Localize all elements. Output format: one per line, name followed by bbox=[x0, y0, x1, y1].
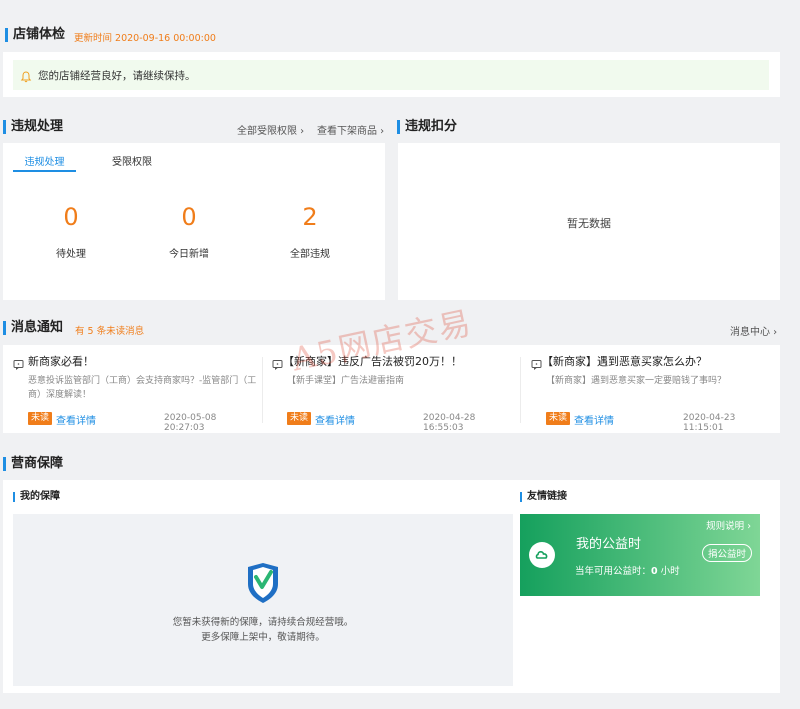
today-new-label: 今日新增 bbox=[169, 249, 209, 260]
message-desc: 【新商家】遇到恶意买家一定要赔钱了事吗？ bbox=[546, 376, 727, 386]
message-time: 2020-05-08 20:27:03 bbox=[164, 413, 217, 433]
empty-data-text: 暂无数据 bbox=[567, 217, 611, 230]
message-divider bbox=[520, 357, 521, 423]
message-item[interactable]: 新商家必看！ 恶意投诉监管部门（工商）会支持商家吗？-监管部门（工商）深度解读！… bbox=[13, 353, 258, 433]
section-title-checkup: 店铺体检 bbox=[5, 27, 65, 43]
tab-restrictions[interactable]: 受限权限 bbox=[102, 150, 162, 172]
message-time: 2020-04-23 11:15:01 bbox=[683, 413, 736, 433]
all-violations-label: 全部违规 bbox=[290, 249, 330, 260]
message-center-link[interactable]: 消息中心 › bbox=[730, 323, 777, 338]
messages-panel: 新商家必看！ 恶意投诉监管部门（工商）会支持商家吗？-监管部门（工商）深度解读！… bbox=[3, 345, 780, 433]
message-item[interactable]: 【新商家】违反广告法被罚20万！！ 【新手课堂】广告法避雷指南 未读 查看详情 … bbox=[272, 353, 517, 433]
update-time: 更新时间 2020-09-16 00:00:00 bbox=[74, 33, 216, 44]
available-unit: 小时 bbox=[660, 566, 680, 577]
message-icon bbox=[531, 355, 542, 374]
section-title-guarantee: 营商保障 bbox=[3, 456, 63, 472]
available-value: 0 bbox=[651, 566, 658, 577]
shield-check-icon bbox=[245, 562, 281, 608]
notice-bar: 您的店铺经营良好，请继续保持。 bbox=[13, 60, 769, 90]
message-desc: 【新手课堂】广告法避雷指南 bbox=[287, 376, 405, 386]
unread-badge: 未读 bbox=[287, 412, 312, 425]
view-detail-link[interactable]: 查看详情 bbox=[574, 412, 614, 427]
available-label: 当年可用公益时： bbox=[575, 566, 652, 577]
deduction-panel: 暂无数据 bbox=[398, 143, 780, 300]
today-new-count: 0 bbox=[181, 203, 197, 231]
section-title-deduction: 违规扣分 bbox=[397, 119, 457, 135]
charity-logo-icon bbox=[529, 542, 555, 572]
unread-badge: 未读 bbox=[28, 412, 53, 425]
my-guarantee-empty: 您暂未获得新的保障，请持续合规经营哦。 更多保障上架中，敬请期待。 bbox=[13, 514, 513, 686]
guarantee-empty-line1: 您暂未获得新的保障，请持续合规经营哦。 bbox=[172, 617, 354, 628]
friendly-links-title: 友情链接 bbox=[520, 491, 567, 503]
guarantee-panel: 我的保障 您暂未获得新的保障，请持续合规经营哦。 更多保障上架中，敬请期待。 友… bbox=[3, 480, 780, 693]
view-detail-link[interactable]: 查看详情 bbox=[56, 412, 96, 427]
message-item[interactable]: 【新商家】遇到恶意买家怎么办？ 【新商家】遇到恶意买家一定要赔钱了事吗？ 未读 … bbox=[531, 353, 776, 433]
guarantee-empty-line2: 更多保障上架中，敬请期待。 bbox=[201, 632, 325, 643]
charity-card[interactable]: 规则说明 › 我的公益时 捐公益时 当年可用公益时：0 小时 bbox=[520, 514, 760, 596]
charity-card-title: 我的公益时 bbox=[576, 537, 642, 552]
view-detail-link[interactable]: 查看详情 bbox=[315, 412, 355, 427]
all-restrictions-link[interactable]: 全部受限权限 › bbox=[237, 122, 304, 137]
message-icon bbox=[13, 355, 24, 374]
section-title-violation: 违规处理 bbox=[3, 119, 63, 135]
removed-goods-link[interactable]: 查看下架商品 › bbox=[317, 122, 384, 137]
unread-hint: 有 5 条未读消息 bbox=[75, 326, 145, 337]
message-icon bbox=[272, 355, 283, 374]
violation-panel: 违规处理 受限权限 0 待处理 0 今日新增 2 全部违规 bbox=[3, 143, 385, 300]
tab-violation[interactable]: 违规处理 bbox=[13, 150, 76, 172]
rules-link[interactable]: 规则说明 › bbox=[706, 518, 751, 532]
notice-text: 您的店铺经营良好，请继续保持。 bbox=[38, 70, 196, 82]
available-hours: 当年可用公益时：0 小时 bbox=[575, 563, 680, 577]
section-title-messages: 消息通知 bbox=[3, 320, 63, 336]
message-desc: 恶意投诉监管部门（工商）会支持商家吗？-监管部门（工商）深度解读！ bbox=[28, 376, 257, 400]
my-guarantee-title: 我的保障 bbox=[13, 491, 60, 503]
message-divider bbox=[262, 357, 263, 423]
all-violations-count[interactable]: 2 bbox=[280, 203, 340, 231]
bell-icon bbox=[20, 68, 32, 83]
tab-restrictions-label: 受限权限 bbox=[112, 157, 152, 168]
message-title: 【新商家】违反广告法被罚20万！！ bbox=[283, 355, 462, 368]
checkup-panel: 您的店铺经营良好，请继续保持。 bbox=[3, 52, 780, 97]
unread-badge: 未读 bbox=[546, 412, 571, 425]
tab-violation-label: 违规处理 bbox=[24, 157, 65, 168]
message-title: 新商家必看！ bbox=[28, 355, 94, 368]
pending-label: 待处理 bbox=[56, 249, 86, 260]
pending-count: 0 bbox=[63, 203, 79, 231]
message-time: 2020-04-28 16:55:03 bbox=[423, 413, 476, 433]
message-title: 【新商家】遇到恶意买家怎么办？ bbox=[542, 355, 707, 368]
donate-button[interactable]: 捐公益时 bbox=[701, 544, 752, 562]
